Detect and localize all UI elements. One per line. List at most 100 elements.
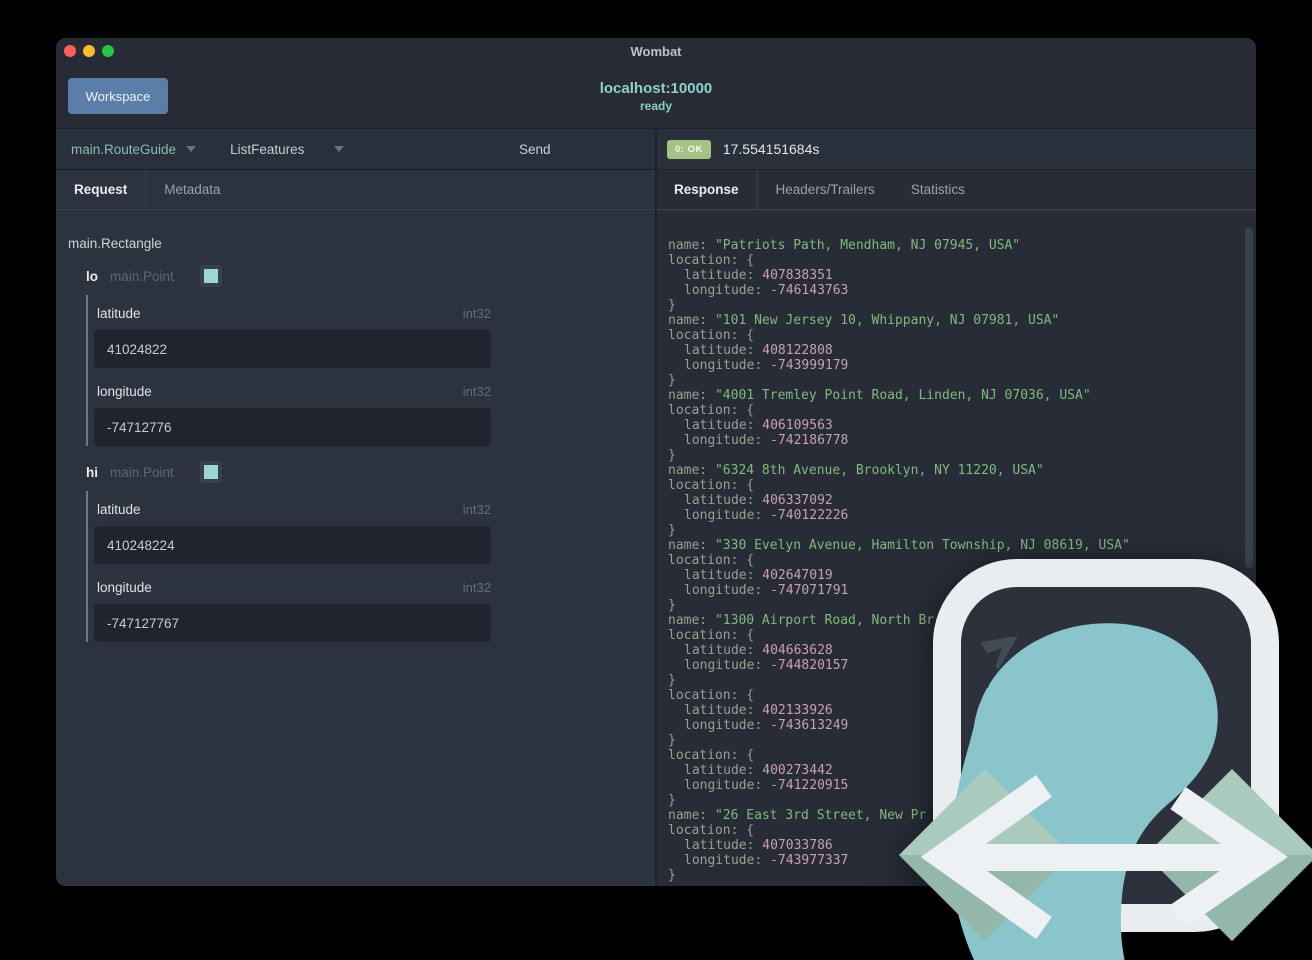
response-line: } (668, 523, 1130, 538)
response-line: } (668, 448, 1130, 463)
code-key: location: (668, 553, 739, 568)
code-value: { (738, 628, 755, 643)
response-line: latitude: 406337092 (668, 493, 1130, 508)
connection-state: ready (639, 99, 673, 113)
response-line: name: "101 New Jersey 10, Whippany, NJ 0… (668, 313, 1130, 328)
field-label-row: latitude int32 (97, 502, 491, 518)
code-value: 407838351 (754, 268, 833, 283)
code-value: 406337092 (754, 493, 833, 508)
field-type: main.Point (110, 464, 174, 480)
chevron-down-icon (334, 146, 345, 152)
connection-status: localhost:10000 ready (56, 80, 1256, 113)
code-value: "Patriots Path, Mendham, NJ 07945, USA" (707, 238, 1021, 253)
latitude-input[interactable]: 410248224 (94, 526, 491, 564)
response-line: location: { (668, 253, 1130, 268)
service-select[interactable]: main.RouteGuide (71, 141, 197, 157)
field-label: longitude (97, 384, 152, 399)
code-key: location: (668, 688, 739, 703)
tab-response[interactable]: Response (656, 170, 758, 209)
code-value: -747071791 (762, 583, 849, 598)
field-checkbox[interactable] (199, 461, 222, 483)
method-select[interactable]: ListFeatures (230, 142, 345, 157)
wombat-logo (899, 559, 1312, 960)
response-line: } (668, 373, 1130, 388)
scrollbar-thumb[interactable] (1245, 228, 1253, 568)
code-value: { (738, 403, 755, 418)
code-key: longitude: (684, 583, 763, 598)
field-group-header-lo: lo main.Point (86, 265, 222, 287)
code-key: location: (668, 253, 739, 268)
code-value: -742186778 (762, 433, 849, 448)
code-key: latitude: (684, 838, 755, 853)
code-value: 408122808 (754, 343, 833, 358)
field-group-header-hi: hi main.Point (86, 461, 222, 483)
response-line: } (668, 298, 1130, 313)
field-name: lo (86, 268, 98, 284)
response-line: latitude: 407838351 (668, 268, 1130, 283)
code-key: } (668, 298, 676, 313)
code-key: location: (668, 823, 739, 838)
arrow-shaft (954, 844, 1248, 871)
response-line: location: { (668, 478, 1130, 493)
code-key: longitude: (684, 433, 763, 448)
code-key: longitude: (684, 508, 763, 523)
message-type-label: main.Rectangle (68, 236, 162, 251)
panel-divider (655, 128, 657, 886)
request-tab-bar: Request Metadata (56, 170, 656, 210)
code-key: longitude: (684, 718, 763, 733)
service-select-value: main.RouteGuide (71, 141, 177, 157)
code-value: "26 East 3rd Street, New Pr (707, 808, 927, 823)
code-key: latitude: (684, 493, 755, 508)
code-value: { (738, 253, 755, 268)
code-value: -743977337 (762, 853, 849, 868)
code-value: "330 Evelyn Avenue, Hamilton Township, N… (707, 538, 1130, 553)
field-label-row: longitude int32 (97, 384, 491, 400)
longitude-input[interactable]: -747127767 (94, 604, 491, 642)
code-key: name: (668, 538, 708, 553)
code-key: name: (668, 463, 708, 478)
code-key: latitude: (684, 643, 755, 658)
code-value: 406109563 (754, 418, 833, 433)
code-key: latitude: (684, 268, 755, 283)
server-address: localhost:10000 (599, 80, 713, 97)
tab-headers-trailers[interactable]: Headers/Trailers (758, 170, 893, 209)
response-line: name: "Patriots Path, Mendham, NJ 07945,… (668, 238, 1130, 253)
tab-metadata[interactable]: Metadata (146, 170, 238, 209)
code-key: latitude: (684, 703, 755, 718)
code-key: location: (668, 628, 739, 643)
response-line: location: { (668, 403, 1130, 418)
code-value: { (738, 823, 755, 838)
code-value: -746143763 (762, 283, 849, 298)
code-key: location: (668, 328, 739, 343)
field-checkbox[interactable] (199, 265, 222, 287)
field-label-row: latitude int32 (97, 306, 491, 322)
tab-request[interactable]: Request (56, 170, 147, 209)
code-key: name: (668, 313, 708, 328)
code-value: { (738, 688, 755, 703)
code-value: { (738, 478, 755, 493)
field-type-badge: int32 (462, 502, 491, 517)
field-group-body-lo: latitude int32 41024822 longitude int32 -7471… (86, 295, 514, 446)
code-key: latitude: (684, 343, 755, 358)
latitude-input[interactable]: 41024822 (94, 330, 491, 368)
title-bar: Wombat Workspace localhost:10000 ready (56, 38, 1256, 128)
code-key: location: (668, 478, 739, 493)
code-key: } (668, 673, 676, 688)
field-label: longitude (97, 580, 152, 595)
code-key: location: (668, 403, 739, 418)
response-line: latitude: 408122808 (668, 343, 1130, 358)
code-key: latitude: (684, 418, 755, 433)
code-value: { (738, 553, 755, 568)
send-button[interactable]: Send (519, 142, 551, 157)
tab-statistics[interactable]: Statistics (893, 170, 983, 209)
response-line: name: "4001 Tremley Point Road, Linden, … (668, 388, 1130, 403)
code-value: 407033786 (754, 838, 833, 853)
code-key: } (668, 793, 676, 808)
field-group-body-hi: latitude int32 410248224 longitude int32 -747… (86, 491, 514, 642)
code-key: name: (668, 613, 708, 628)
longitude-input[interactable]: -74712776 (94, 408, 491, 446)
code-key: } (668, 523, 676, 538)
code-value: -743613249 (762, 718, 849, 733)
field-name: hi (86, 464, 98, 480)
response-line: longitude: -740122226 (668, 508, 1130, 523)
